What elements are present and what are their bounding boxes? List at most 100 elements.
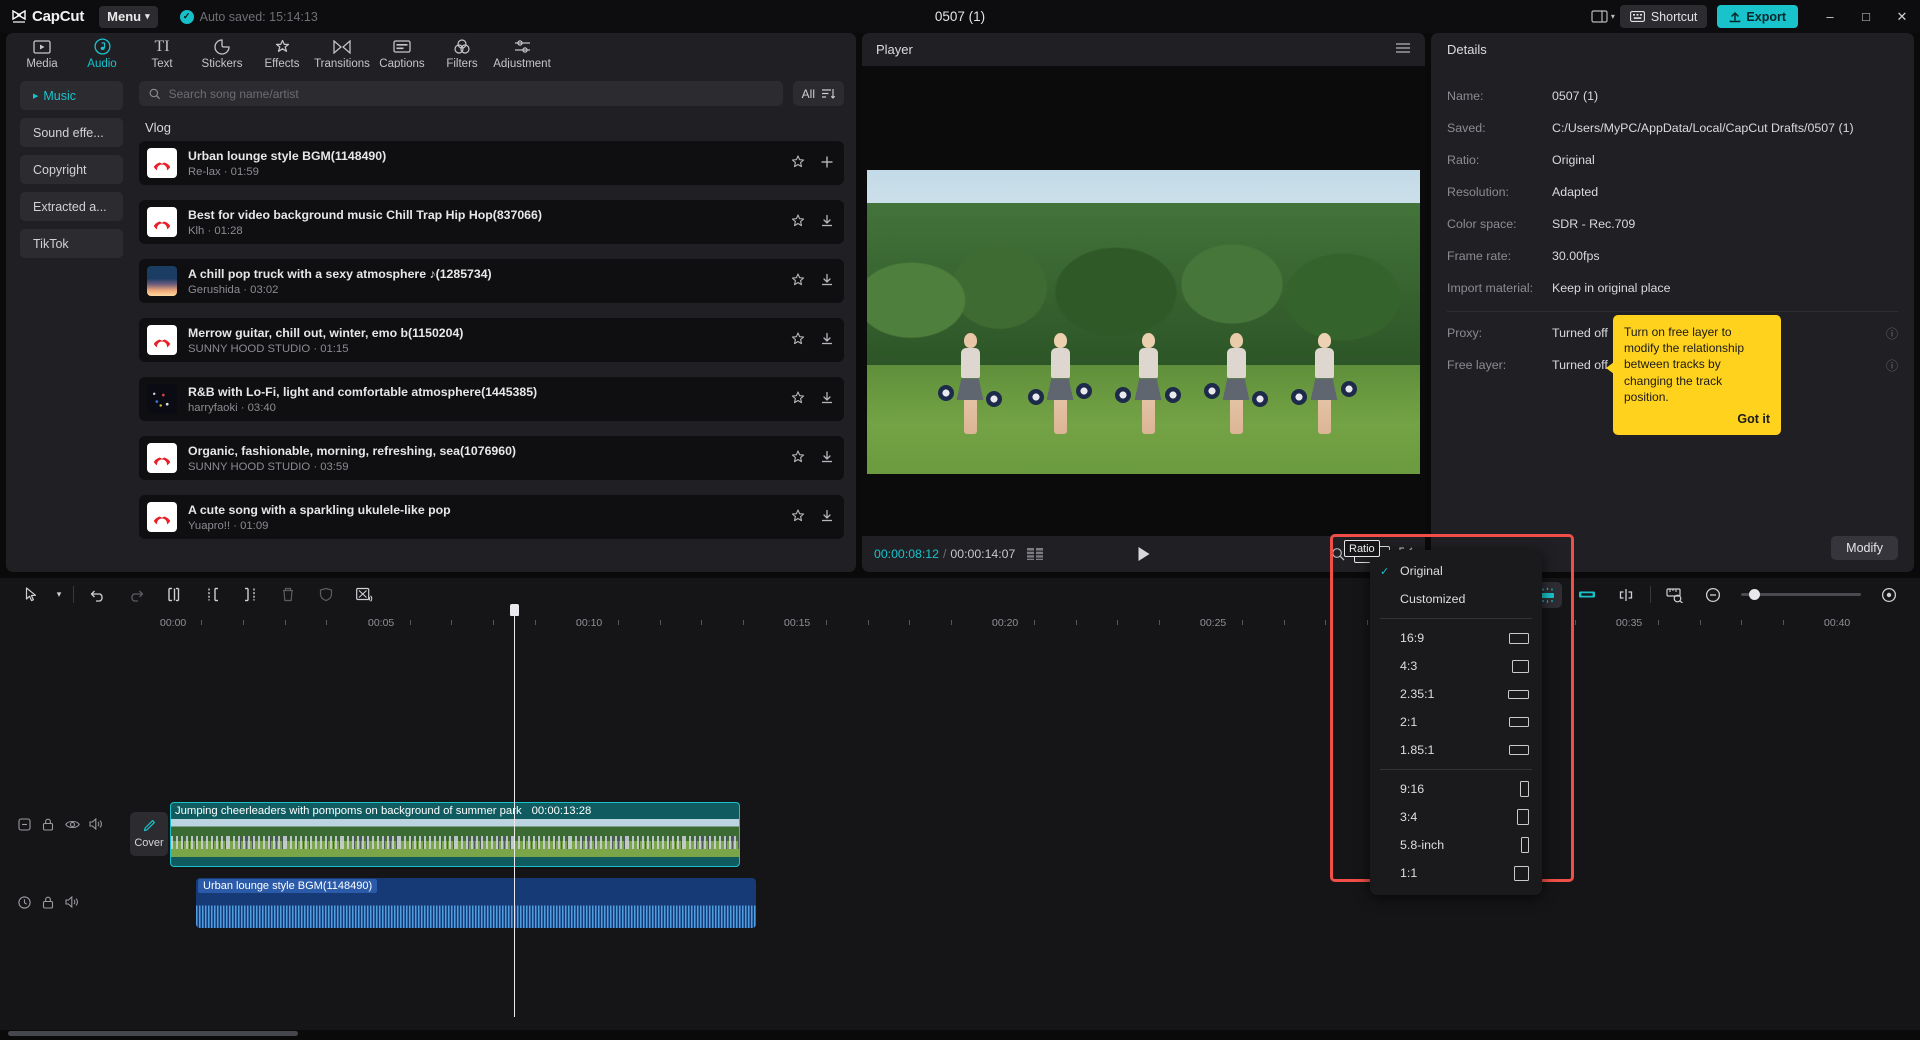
add-to-timeline-icon[interactable]	[820, 155, 834, 172]
info-icon[interactable]: ⓘ	[1886, 357, 1898, 374]
ratio-option-2-1[interactable]: 2:1	[1370, 708, 1542, 736]
close-button[interactable]: ✕	[1884, 0, 1920, 33]
tab-stickers[interactable]: Stickers	[192, 33, 252, 70]
info-icon[interactable]: ⓘ	[1886, 325, 1898, 342]
ratio-chip-active[interactable]: Ratio	[1344, 540, 1380, 557]
frames-icon[interactable]	[1027, 548, 1043, 560]
mute-clip-icon[interactable]	[345, 580, 383, 610]
detail-row-name: Name: 0507 (1)	[1447, 80, 1898, 112]
download-icon[interactable]	[820, 509, 834, 526]
layout-icon[interactable]: ▾	[1586, 0, 1620, 33]
category-extracted-audio[interactable]: Extracted a...	[20, 192, 123, 221]
category-sound-effects[interactable]: Sound effe...	[20, 118, 123, 147]
redo-icon[interactable]	[117, 580, 155, 610]
favorite-star-icon[interactable]	[791, 214, 805, 231]
trim-left-icon[interactable]	[193, 580, 231, 610]
split-icon[interactable]	[155, 580, 193, 610]
got-it-button[interactable]: Got it	[1624, 411, 1770, 428]
horizontal-scrollbar[interactable]	[8, 1031, 298, 1036]
song-row[interactable]: A chill pop truck with a sexy atmosphere…	[139, 259, 844, 303]
tab-filters[interactable]: Filters	[432, 33, 492, 70]
zoom-out-icon[interactable]	[1694, 580, 1732, 610]
ratio-option-9-16[interactable]: 9:16	[1370, 775, 1542, 803]
tab-transitions[interactable]: Transitions	[312, 33, 372, 70]
link-icon[interactable]	[12, 812, 36, 836]
ratio-option-1-1[interactable]: 1:1	[1370, 859, 1542, 887]
undo-icon[interactable]	[79, 580, 117, 610]
playhead[interactable]	[514, 613, 515, 1017]
download-icon[interactable]	[820, 332, 834, 349]
maximize-button[interactable]: □	[1848, 0, 1884, 33]
divider	[1650, 586, 1651, 603]
detail-row-color-space: Color space: SDR - Rec.709	[1447, 208, 1898, 240]
song-row[interactable]: Best for video background music Chill Tr…	[139, 200, 844, 244]
song-row[interactable]: Merrow guitar, chill out, winter, emo b(…	[139, 318, 844, 362]
shield-icon[interactable]	[307, 580, 345, 610]
favorite-star-icon[interactable]	[791, 391, 805, 408]
delete-icon[interactable]	[269, 580, 307, 610]
tab-captions[interactable]: Captions	[372, 33, 432, 70]
hamburger-icon[interactable]	[1395, 42, 1411, 57]
tab-effects[interactable]: Effects	[252, 33, 312, 70]
tab-media[interactable]: Media	[12, 33, 72, 70]
favorite-star-icon[interactable]	[791, 332, 805, 349]
song-row[interactable]: Urban lounge style BGM(1148490) Re-lax ·…	[139, 141, 844, 185]
video-clip-header: Jumping cheerleaders with pompoms on bac…	[171, 803, 739, 819]
download-icon[interactable]	[820, 450, 834, 467]
download-icon[interactable]	[820, 391, 834, 408]
menu-button[interactable]: Menu ▾	[99, 6, 157, 28]
chevron-down-icon[interactable]: ▾	[50, 580, 68, 610]
song-row[interactable]: Organic, fashionable, morning, refreshin…	[139, 436, 844, 480]
download-icon[interactable]	[820, 273, 834, 290]
player-stage[interactable]	[862, 66, 1425, 536]
favorite-star-icon[interactable]	[791, 273, 805, 290]
minimize-button[interactable]: –	[1812, 0, 1848, 33]
category-music[interactable]: ▶ Music	[20, 81, 123, 110]
audio-clip[interactable]: Urban lounge style BGM(1148490)	[196, 878, 756, 928]
play-icon[interactable]	[1136, 546, 1151, 562]
split-marker-icon[interactable]	[1607, 580, 1645, 610]
eye-icon[interactable]	[60, 812, 84, 836]
ratio-option-customized[interactable]: Customized	[1370, 585, 1542, 613]
zoom-slider[interactable]	[1741, 593, 1861, 596]
ratio-option-16-9[interactable]: 16:9	[1370, 624, 1542, 652]
category-tiktok[interactable]: TikTok	[20, 229, 123, 258]
favorite-star-icon[interactable]	[791, 509, 805, 526]
ruler-zoom-icon[interactable]	[1656, 580, 1694, 610]
mirror-icon[interactable]	[1572, 582, 1602, 608]
speaker-icon[interactable]	[60, 890, 84, 914]
song-row[interactable]: R&B with Lo-Fi, light and comfortable at…	[139, 377, 844, 421]
timeline-ruler[interactable]: 00:00 00:05 00:10 00:15 00:20 00:25 00:3…	[0, 611, 1920, 634]
category-copyright[interactable]: Copyright	[20, 155, 123, 184]
ratio-option-235-1[interactable]: 2.35:1	[1370, 680, 1542, 708]
speaker-icon[interactable]	[84, 812, 108, 836]
modify-button[interactable]: Modify	[1831, 536, 1898, 560]
lock-icon[interactable]	[36, 890, 60, 914]
ratio-option-4-3[interactable]: 4:3	[1370, 652, 1542, 680]
ratio-option-58-inch[interactable]: 5.8-inch	[1370, 831, 1542, 859]
export-button[interactable]: Export	[1717, 5, 1798, 28]
download-icon[interactable]	[820, 214, 834, 231]
ratio-option-185-1[interactable]: 1.85:1	[1370, 736, 1542, 764]
tab-audio[interactable]: Audio	[72, 33, 132, 70]
select-arrow-icon[interactable]	[12, 580, 50, 610]
song-row[interactable]: A cute song with a sparkling ukulele-lik…	[139, 495, 844, 539]
zoom-in-icon[interactable]	[1870, 580, 1908, 610]
zoom-slider-knob[interactable]	[1749, 589, 1760, 600]
lock-icon[interactable]	[36, 812, 60, 836]
song-subtitle: SUNNY HOOD STUDIO · 01:15	[188, 343, 791, 355]
ratio-option-original[interactable]: ✓ Original	[1370, 557, 1542, 585]
cover-button[interactable]: Cover	[130, 812, 168, 856]
ratio-option-3-4[interactable]: 3:4	[1370, 803, 1542, 831]
clock-icon[interactable]	[12, 890, 36, 914]
favorite-star-icon[interactable]	[791, 155, 805, 172]
search-input[interactable]	[169, 87, 773, 101]
search-box[interactable]	[139, 81, 783, 106]
tab-adjustment[interactable]: Adjustment	[492, 33, 552, 70]
trim-right-icon[interactable]	[231, 580, 269, 610]
video-clip[interactable]: Jumping cheerleaders with pompoms on bac…	[170, 802, 740, 867]
favorite-star-icon[interactable]	[791, 450, 805, 467]
filter-all-button[interactable]: All	[793, 81, 844, 106]
tab-text[interactable]: TI Text	[132, 33, 192, 70]
shortcut-button[interactable]: Shortcut	[1620, 5, 1708, 28]
